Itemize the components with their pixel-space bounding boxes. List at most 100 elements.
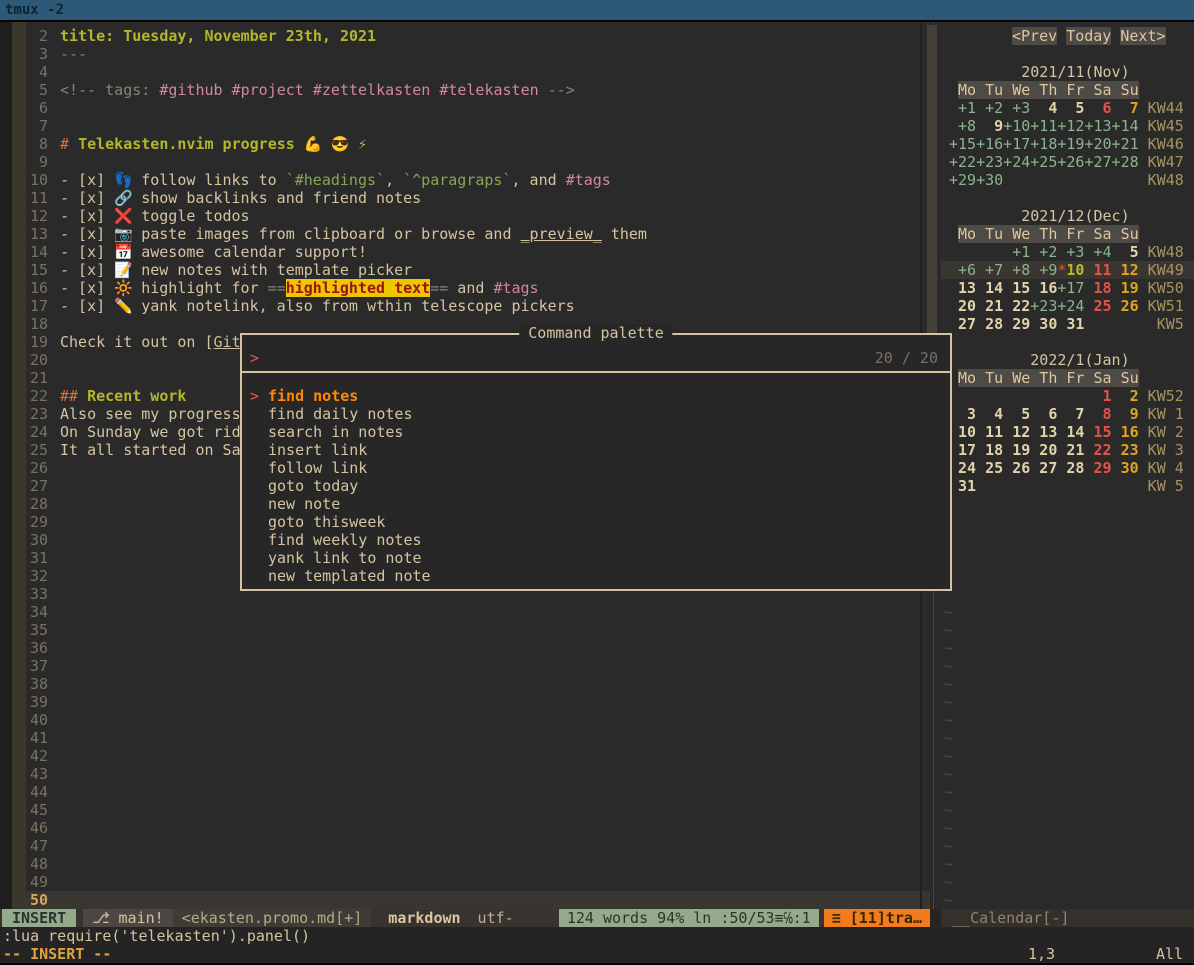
empty-line-tilde: ~ (944, 711, 964, 729)
editor-line[interactable]: 16- [x] 🔆 highlight for ==highlighted te… (0, 279, 930, 297)
editor-line[interactable]: 47 (0, 837, 930, 855)
line-number: 28 (26, 495, 48, 513)
text-segment: 15 (1084, 423, 1111, 441)
scrollbar-thumb[interactable] (927, 25, 937, 333)
text-segment: 10 11 12 13 14 (949, 423, 1084, 441)
calendar-week-row[interactable]: +22+23+24+25+26+27+28 KW47 (941, 153, 1194, 171)
text-segment: +22+23+24+25+26+27+28 (949, 153, 1139, 171)
palette-item[interactable]: >find notes (242, 387, 950, 405)
calendar-week-row[interactable]: +1 +2 +3 +4 5 KW48 (941, 243, 1194, 261)
text-segment: 31 (949, 477, 976, 495)
text-segment: +15+16+17+18+19+20+21 (949, 135, 1139, 153)
text-segment: Recent work (87, 387, 186, 405)
editor-line[interactable]: 36 (0, 639, 930, 657)
editor-line[interactable]: 12- [x] ❌ toggle todos (0, 207, 930, 225)
calendar-week-row[interactable]: +8 9+10+11+12+13+14 KW45 (941, 117, 1194, 135)
scroll-indicator: All (1156, 945, 1183, 963)
calendar-week-row[interactable]: 31 KW 5 (941, 477, 1194, 495)
editor-line[interactable]: 34 (0, 603, 930, 621)
editor-line[interactable]: 2title: Tuesday, November 23th, 2021 (0, 27, 930, 45)
line-number: 10 (26, 171, 48, 189)
palette-item[interactable]: insert link (242, 441, 950, 459)
palette-item[interactable]: new note (242, 495, 950, 513)
editor-line[interactable]: 37 (0, 657, 930, 675)
calendar-week-row[interactable]: 24 25 26 27 28 29 30 KW 4 (941, 459, 1194, 477)
calendar-week-row[interactable]: +6 +7 +8 +9*10 11 12 KW49 (941, 261, 1194, 279)
text-segment: 12 (1112, 261, 1139, 279)
text-segment: 7 (1112, 99, 1139, 117)
weekday-labels: Mo Tu We Th Fr Sa Su (958, 81, 1139, 99)
palette-item[interactable]: find weekly notes (242, 531, 950, 549)
editor-line[interactable]: 14- [x] 📅 awesome calendar support! (0, 243, 930, 261)
editor-line[interactable]: 13- [x] 📷 paste images from clipboard or… (0, 225, 930, 243)
calendar-week-row[interactable]: 1 2 KW52 (941, 387, 1194, 405)
editor-line[interactable]: 41 (0, 729, 930, 747)
palette-item[interactable]: follow link (242, 459, 950, 477)
text-segment: KW52 (1139, 387, 1184, 405)
calendar-today-button[interactable]: Today (1066, 27, 1111, 45)
text-segment: 10 (1066, 261, 1084, 279)
editor-line[interactable]: 6 (0, 99, 930, 117)
palette-item[interactable]: yank link to note (242, 549, 950, 567)
editor-line[interactable]: 50 (0, 891, 930, 909)
editor-line[interactable]: 43 (0, 765, 930, 783)
line-number: 37 (26, 657, 48, 675)
editor-line[interactable]: 38 (0, 675, 930, 693)
text-segment: #github (159, 81, 222, 99)
editor-line[interactable]: 10- [x] 👣 follow links to `#headings`, `… (0, 171, 930, 189)
line-number: 22 (26, 387, 48, 405)
editor-line[interactable]: 39 (0, 693, 930, 711)
calendar-week-row[interactable]: +29+30 KW48 (941, 171, 1194, 189)
editor-line[interactable]: 7 (0, 117, 930, 135)
palette-item[interactable]: goto thisweek (242, 513, 950, 531)
calendar-prev-button[interactable]: <Prev (1012, 27, 1057, 45)
buffer-list-segment: ≡ [11]tra… (824, 909, 930, 927)
line-number: 19 (26, 333, 48, 351)
editor-line[interactable]: 9 (0, 153, 930, 171)
calendar-statusline: __Calendar[-] (941, 909, 1194, 927)
palette-item[interactable]: new templated note (242, 567, 950, 585)
line-text: # Telekasten.nvim progress 💪 😎 ⚡ (60, 135, 376, 153)
empty-line-tilde: ~ (944, 765, 964, 783)
text-segment: It all started on Sa (60, 441, 241, 459)
calendar-week-row[interactable]: +1 +2 +3 4 5 6 7 KW44 (941, 99, 1194, 117)
calendar-week-row[interactable]: 17 18 19 20 21 22 23 KW 3 (941, 441, 1194, 459)
palette-prompt-input[interactable] (268, 349, 860, 367)
calendar-week-row[interactable]: 3 4 5 6 7 8 9 KW 1 (941, 405, 1194, 423)
text-segment: 27 28 29 30 31 (949, 315, 1084, 333)
editor-line[interactable]: 46 (0, 819, 930, 837)
calendar-week-row[interactable]: 20 21 22+23+24 25 26 KW51 (941, 297, 1194, 315)
text-segment: and (448, 279, 493, 297)
calendar-week-row[interactable]: 27 28 29 30 31 KW5 (941, 315, 1194, 333)
text-segment: - [x] (60, 279, 114, 297)
editor-line[interactable]: 42 (0, 747, 930, 765)
line-number: 8 (26, 135, 48, 153)
editor-line[interactable]: 17- [x] ✏️ yank notelink, also from wthi… (0, 297, 930, 315)
editor-line[interactable]: 35 (0, 621, 930, 639)
calendar-week-row[interactable]: 13 14 15 16+17 18 19 KW50 (941, 279, 1194, 297)
palette-item[interactable]: goto today (242, 477, 950, 495)
text-segment: highlight for (132, 279, 267, 297)
editor-line[interactable]: 45 (0, 801, 930, 819)
calendar-week-row[interactable]: 10 11 12 13 14 15 16 KW 2 (941, 423, 1194, 441)
editor-line[interactable]: 40 (0, 711, 930, 729)
editor-line[interactable]: 49 (0, 873, 930, 891)
editor-line[interactable]: 3--- (0, 45, 930, 63)
line-text: It all started on Sa (60, 441, 241, 459)
editor-line[interactable]: 15- [x] 📝 new notes with template picker (0, 261, 930, 279)
editor-line[interactable]: 44 (0, 783, 930, 801)
editor-line[interactable]: 48 (0, 855, 930, 873)
text-segment: +1 +2 +3 +4 (1003, 243, 1111, 261)
editor-line[interactable]: 8 # Telekasten.nvim progress 💪 😎 ⚡ (0, 135, 930, 153)
text-segment: +17 (1057, 279, 1084, 297)
editor-line[interactable]: 18 (0, 315, 930, 333)
palette-item[interactable]: find daily notes (242, 405, 950, 423)
editor-line[interactable]: 11- [x] 🔗 show backlinks and friend note… (0, 189, 930, 207)
calendar-week-row[interactable]: +15+16+17+18+19+20+21 KW46 (941, 135, 1194, 153)
palette-item[interactable]: search in notes (242, 423, 950, 441)
empty-line-tilde: ~ (944, 693, 964, 711)
calendar-next-button[interactable]: Next> (1120, 27, 1165, 45)
editor-line[interactable]: 5<!-- tags: #github #project #zettelkast… (0, 81, 930, 99)
editor-line[interactable]: 4 (0, 63, 930, 81)
line-number: 23 (26, 405, 48, 423)
